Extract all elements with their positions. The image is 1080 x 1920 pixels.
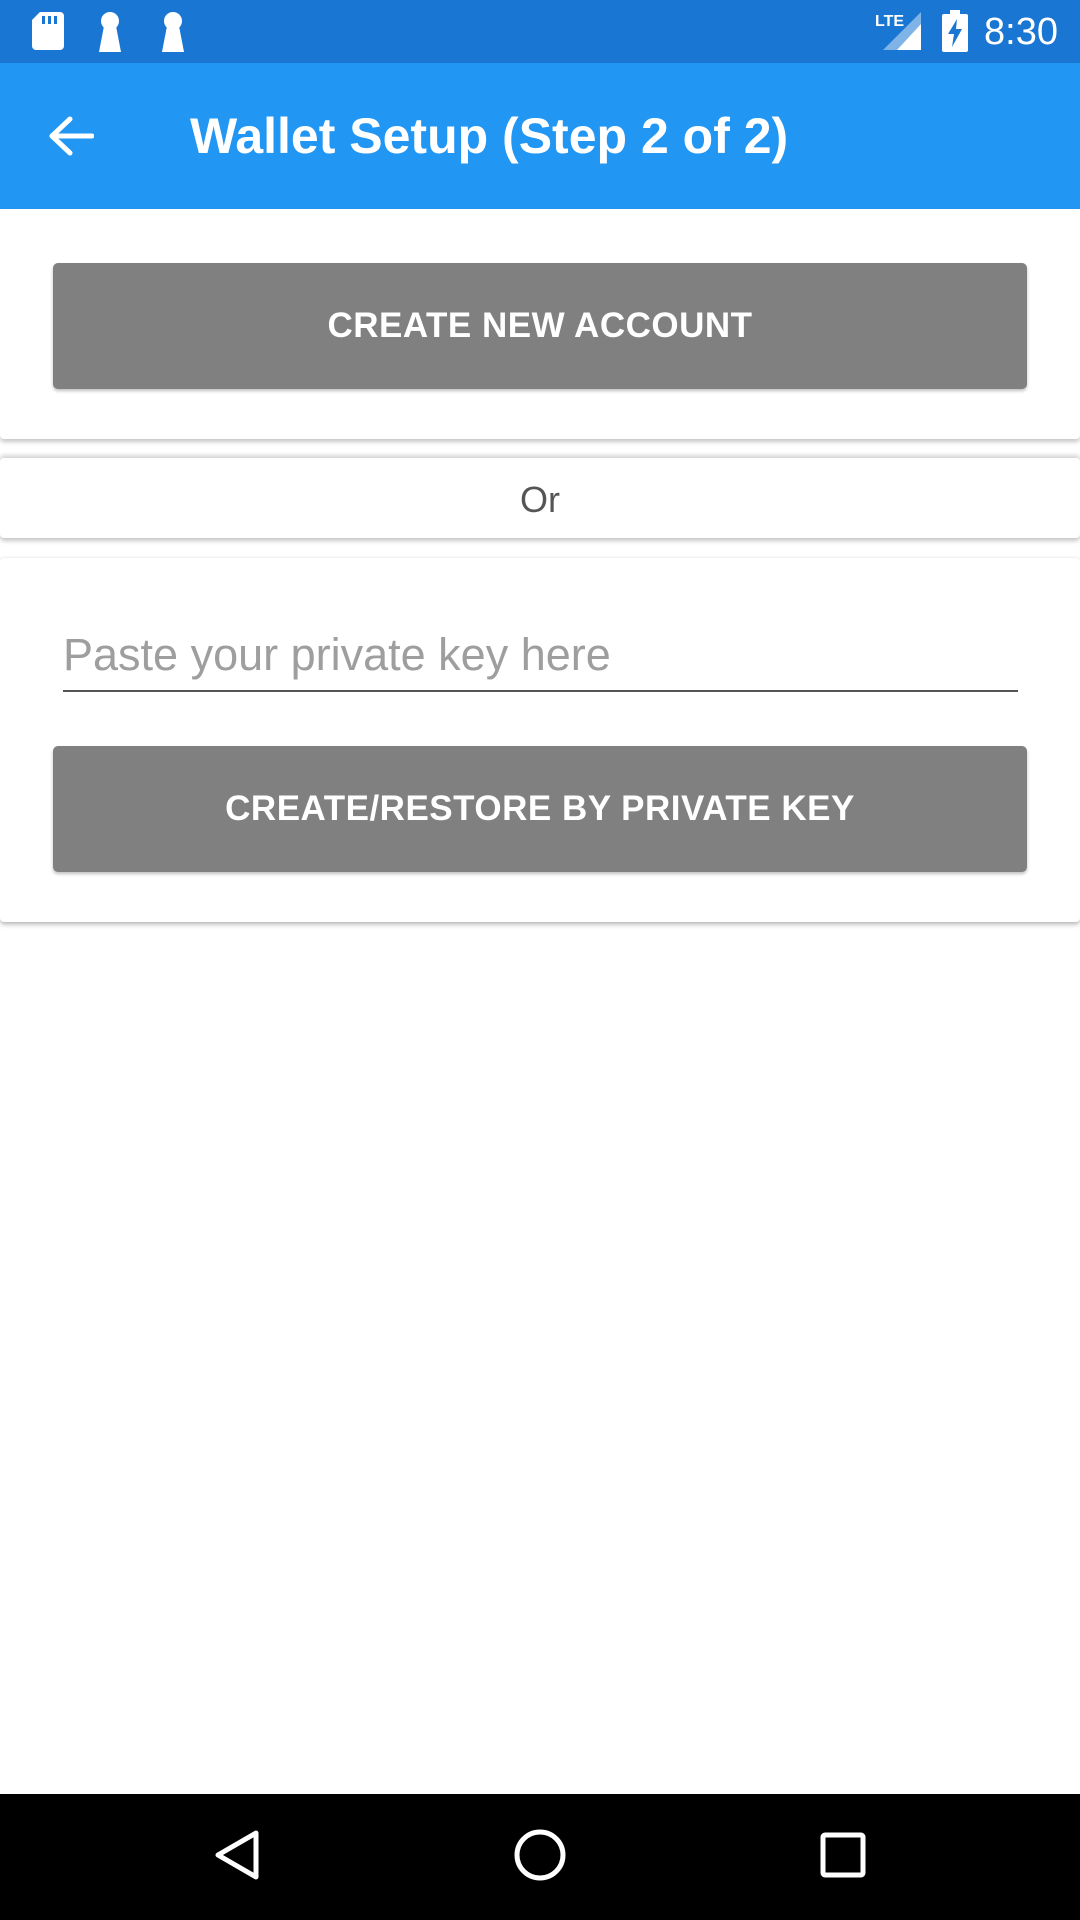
private-key-input[interactable] <box>63 620 1018 692</box>
page-title: Wallet Setup (Step 2 of 2) <box>190 108 789 164</box>
sd-card-icon <box>32 12 64 55</box>
back-button[interactable] <box>36 103 106 173</box>
status-bar: LTE 8:30 <box>0 0 1080 63</box>
screen: LTE 8:30 Wallet Setup (Step 2 of 2) CREA… <box>0 0 1080 1920</box>
app-bar: Wallet Setup (Step 2 of 2) <box>0 63 1080 209</box>
navigation-bar <box>0 1794 1080 1920</box>
nav-back-button[interactable] <box>202 1822 272 1892</box>
back-triangle-icon <box>214 1829 260 1886</box>
create-new-account-button[interactable]: CREATE NEW ACCOUNT <box>53 263 1027 389</box>
svg-text:LTE: LTE <box>875 13 904 30</box>
restore-card: CREATE/RESTORE BY PRIVATE KEY <box>0 558 1080 922</box>
arrow-back-icon <box>48 116 95 161</box>
create-restore-by-private-key-button[interactable]: CREATE/RESTORE BY PRIVATE KEY <box>53 746 1027 872</box>
create-account-card: CREATE NEW ACCOUNT <box>0 209 1080 439</box>
nav-recents-button[interactable] <box>808 1822 878 1892</box>
nav-home-button[interactable] <box>505 1822 575 1892</box>
or-divider-card: Or <box>0 458 1080 538</box>
keyhole-icon <box>97 12 123 57</box>
home-circle-icon <box>513 1828 567 1887</box>
status-time: 8:30 <box>984 11 1058 53</box>
recents-square-icon <box>820 1832 866 1883</box>
or-divider-text: Or <box>520 479 560 520</box>
lte-signal-icon: LTE <box>875 10 923 57</box>
keyhole-icon <box>160 12 186 57</box>
battery-charging-icon <box>942 10 968 57</box>
